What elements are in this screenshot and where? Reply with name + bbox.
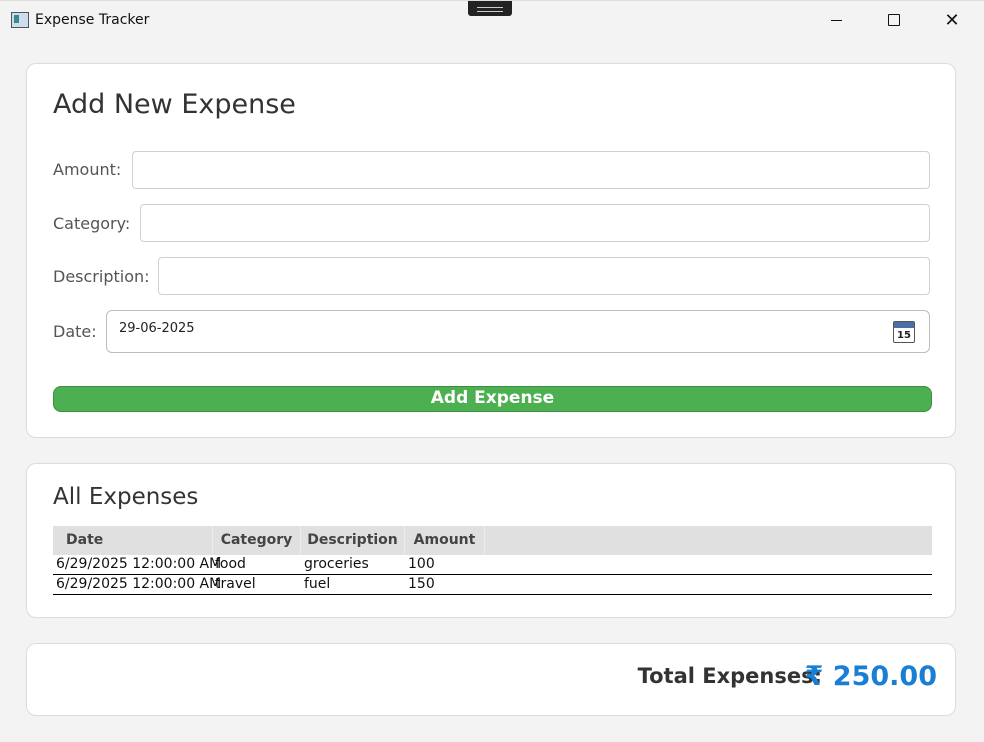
column-header-amount[interactable]: Amount bbox=[405, 526, 485, 555]
table-row[interactable]: 6/29/2025 12:00:00 AM food groceries 100 bbox=[53, 555, 932, 575]
total-value: ₹ 250.00 bbox=[804, 661, 937, 692]
app-icon bbox=[11, 12, 29, 28]
expenses-table[interactable]: Date Category Description Amount 6/29/20… bbox=[53, 526, 932, 595]
category-input[interactable] bbox=[140, 204, 930, 242]
calendar-day: 15 bbox=[897, 330, 911, 341]
date-label: Date: bbox=[53, 322, 97, 341]
form-heading: Add New Expense bbox=[53, 89, 296, 120]
cell-amount: 100 bbox=[408, 556, 435, 572]
maximize-icon bbox=[888, 14, 900, 26]
cell-date: 6/29/2025 12:00:00 AM bbox=[56, 576, 222, 592]
description-label: Description: bbox=[53, 267, 150, 286]
minimize-button[interactable] bbox=[807, 1, 865, 39]
drag-handle[interactable] bbox=[468, 1, 512, 16]
description-input[interactable] bbox=[158, 257, 930, 295]
close-button[interactable]: ✕ bbox=[923, 1, 981, 39]
expenses-card: All Expenses Date Category Description A… bbox=[26, 463, 956, 618]
calendar-icon[interactable]: 15 bbox=[893, 321, 915, 343]
column-header-category[interactable]: Category bbox=[213, 526, 301, 555]
amount-label: Amount: bbox=[53, 160, 122, 179]
window-title: Expense Tracker bbox=[35, 12, 150, 28]
cell-description: fuel bbox=[304, 576, 331, 592]
date-picker[interactable]: 29-06-2025 15 bbox=[106, 310, 930, 353]
cell-amount: 150 bbox=[408, 576, 435, 592]
total-label: Total Expenses: bbox=[637, 664, 822, 688]
column-header-date[interactable]: Date bbox=[53, 526, 213, 555]
table-header: Date Category Description Amount bbox=[53, 526, 932, 555]
category-label: Category: bbox=[53, 214, 131, 233]
date-value: 29-06-2025 bbox=[119, 321, 195, 336]
minimize-icon bbox=[830, 19, 842, 21]
cell-category: food bbox=[215, 556, 246, 572]
add-expense-card: Add New Expense Amount: Category: Descri… bbox=[26, 63, 956, 438]
cell-category: travel bbox=[215, 576, 256, 592]
total-card: Total Expenses: ₹ 250.00 bbox=[26, 643, 956, 716]
cell-description: groceries bbox=[304, 556, 369, 572]
column-header-description[interactable]: Description bbox=[301, 526, 405, 555]
maximize-button[interactable] bbox=[865, 1, 923, 39]
table-row[interactable]: 6/29/2025 12:00:00 AM travel fuel 150 bbox=[53, 575, 932, 595]
amount-input[interactable] bbox=[132, 151, 930, 189]
list-heading: All Expenses bbox=[53, 484, 199, 510]
title-bar[interactable]: Expense Tracker ✕ bbox=[0, 0, 984, 39]
cell-date: 6/29/2025 12:00:00 AM bbox=[56, 556, 222, 572]
close-icon: ✕ bbox=[944, 9, 960, 31]
add-expense-button[interactable]: Add Expense bbox=[53, 386, 932, 412]
